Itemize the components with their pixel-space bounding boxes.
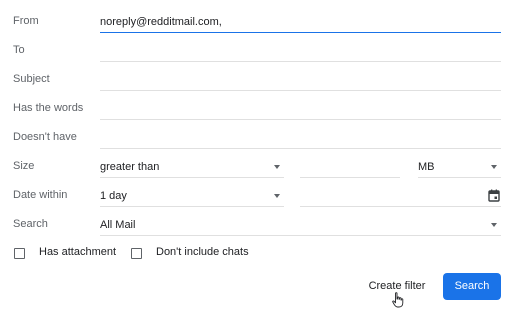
search-button[interactable]: Search: [443, 273, 501, 300]
size-amount-input[interactable]: [300, 157, 400, 178]
size-label: Size: [13, 160, 35, 172]
size-row: Size greater than MB: [0, 157, 512, 179]
from-input[interactable]: noreply@redditmail.com,: [100, 12, 501, 33]
search-scope-value: All Mail: [100, 219, 136, 231]
hand-pointer-icon: [392, 292, 404, 308]
has-words-label: Has the words: [13, 102, 84, 114]
dont-include-chats-checkbox[interactable]: [131, 248, 142, 259]
to-input[interactable]: [100, 41, 501, 62]
search-scope-row: Search All Mail: [0, 215, 512, 237]
has-words-input[interactable]: [100, 99, 501, 120]
date-range-value: 1 day: [100, 190, 127, 202]
to-label: To: [13, 44, 25, 56]
has-attachment-label[interactable]: Has attachment: [39, 246, 116, 258]
has-attachment-checkbox[interactable]: [14, 248, 25, 259]
subject-input[interactable]: [100, 70, 501, 91]
subject-row: Subject: [0, 70, 512, 92]
size-comparator-value: greater than: [100, 161, 160, 173]
search-options-form: From noreply@redditmail.com, To Subject …: [0, 0, 512, 313]
date-within-row: Date within 1 day: [0, 186, 512, 208]
doesnt-have-label: Doesn't have: [13, 131, 77, 143]
chevron-down-icon: [274, 165, 280, 169]
doesnt-have-input[interactable]: [100, 128, 501, 149]
date-range-select[interactable]: 1 day: [100, 186, 284, 207]
search-scope-select[interactable]: All Mail: [100, 215, 501, 236]
to-row: To: [0, 41, 512, 63]
date-input[interactable]: [300, 186, 501, 207]
chevron-down-icon: [491, 223, 497, 227]
search-scope-label: Search: [13, 218, 48, 230]
chevron-down-icon: [491, 165, 497, 169]
dont-include-chats-label[interactable]: Don't include chats: [156, 246, 249, 258]
size-comparator-select[interactable]: greater than: [100, 157, 284, 178]
doesnt-have-row: Doesn't have: [0, 128, 512, 150]
size-unit-value: MB: [418, 161, 435, 173]
chevron-down-icon: [274, 194, 280, 198]
from-label: From: [13, 15, 39, 27]
from-row: From noreply@redditmail.com,: [0, 12, 512, 34]
size-unit-select[interactable]: MB: [418, 157, 501, 178]
calendar-icon[interactable]: [488, 189, 500, 202]
from-value: noreply@redditmail.com,: [100, 16, 222, 28]
subject-label: Subject: [13, 73, 50, 85]
has-words-row: Has the words: [0, 99, 512, 121]
date-within-label: Date within: [13, 189, 68, 201]
